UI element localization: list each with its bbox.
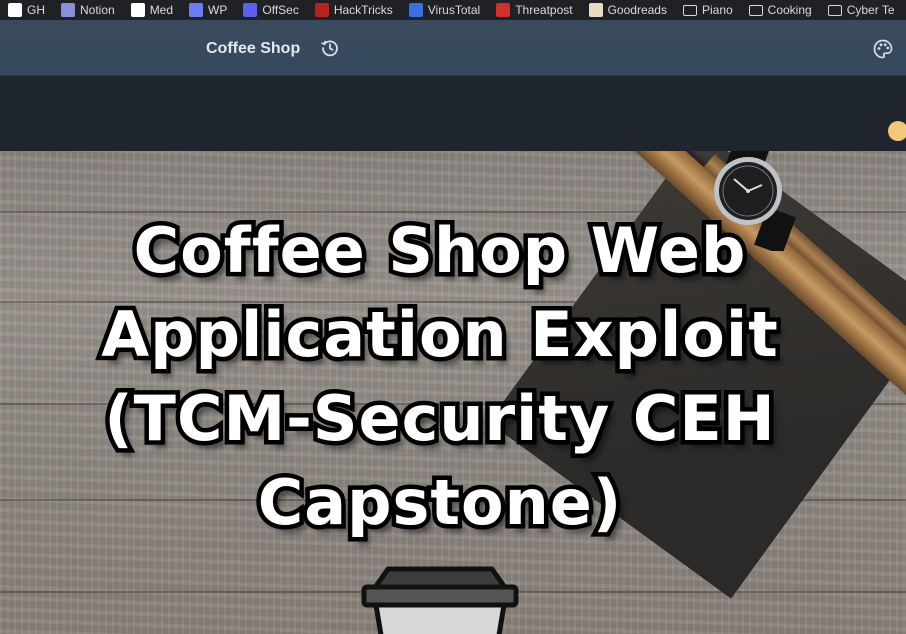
bookmark-label: OffSec — [262, 3, 299, 17]
scroll-indicator-dot — [888, 121, 906, 141]
bookmark-label: WP — [208, 3, 228, 17]
bookmark-label: GH — [27, 3, 45, 17]
bookmark-label: Cyber Te — [846, 3, 895, 17]
bookmark-label: Piano — [701, 3, 733, 17]
notion-icon — [61, 3, 75, 17]
palette-icon[interactable] — [872, 38, 894, 60]
folder-icon — [827, 4, 842, 16]
virustotal-icon — [408, 3, 423, 17]
hero-title-line-4: Capstone) — [253, 462, 625, 544]
bookmark-hacktricks[interactable]: HackTricks — [307, 0, 401, 20]
bookmark-virustotal[interactable]: VirusTotal — [401, 0, 488, 20]
hero-banner: Coffee Shop Web Application Exploit (TCM… — [0, 151, 906, 634]
bookmark-cyber-te[interactable]: Cyber Te — [820, 0, 903, 20]
bookmark-piano[interactable]: Piano — [675, 0, 741, 20]
bookmark-notion[interactable]: Notion — [53, 0, 123, 20]
bookmark-label: Notion — [80, 3, 115, 17]
bookmark-label: Cooking — [767, 3, 812, 17]
site-title-link[interactable]: Coffee Shop — [206, 40, 300, 58]
bookmarks-bar: GH Notion Med WP OffSec HackTricks VirusTotal T… — [0, 0, 906, 20]
medium-icon — [130, 3, 145, 17]
folder-icon — [748, 4, 763, 16]
bookmark-label: Med — [149, 3, 174, 17]
bookmark-label: VirusTotal — [427, 3, 481, 17]
bookmark-med[interactable]: Med — [123, 0, 181, 20]
bookmark-cooking[interactable]: Cooking — [741, 0, 820, 20]
goodreads-icon — [588, 3, 603, 17]
hero-title-line-2: Application Exploit — [97, 294, 783, 376]
coffee-cup-icon — [361, 566, 519, 634]
offsec-icon — [243, 3, 258, 17]
site-navbar: Coffee Shop — [0, 20, 906, 76]
bookmark-label: Threatpost — [515, 3, 573, 17]
bookmark-threatpost[interactable]: Threatpost — [488, 0, 580, 20]
bookmark-goodreads[interactable]: Goodreads — [581, 0, 675, 20]
folder-icon — [682, 4, 697, 16]
threatpost-icon — [496, 3, 511, 17]
bookmark-wp[interactable]: WP — [181, 0, 235, 20]
hero-title-line-3: (TCM-Security CEH — [100, 378, 779, 460]
header-strip — [0, 76, 906, 151]
bookmark-offsec[interactable]: OffSec — [235, 0, 306, 20]
hero-title-line-1: Coffee Shop Web — [129, 210, 750, 292]
bookmark-label: HackTricks — [333, 3, 393, 17]
history-icon[interactable] — [320, 38, 340, 58]
bookmark-gh[interactable]: GH — [0, 0, 53, 20]
github-icon — [8, 3, 22, 17]
hacktricks-icon — [314, 3, 329, 17]
bookmark-label: Goodreads — [607, 3, 667, 17]
hero-title: Coffee Shop Web Application Exploit (TCM… — [70, 209, 810, 545]
wordpress-icon — [189, 3, 204, 17]
